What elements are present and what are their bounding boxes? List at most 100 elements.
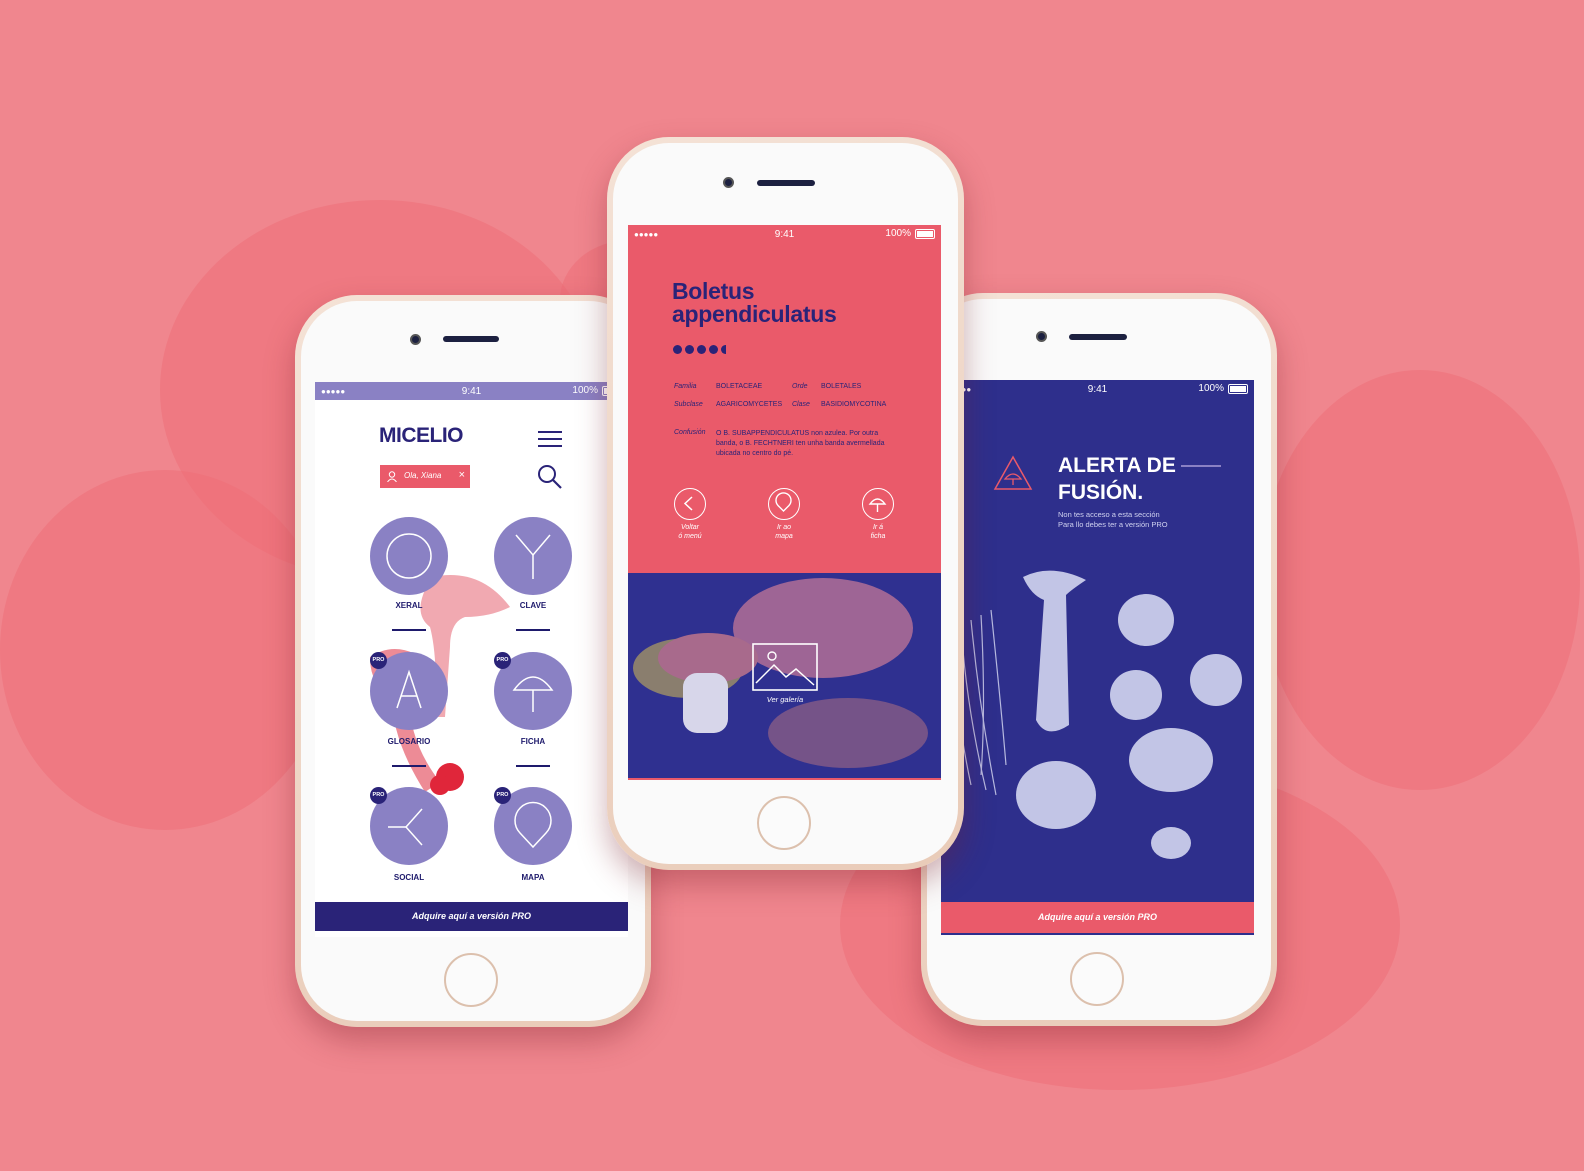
divider bbox=[392, 765, 426, 767]
divider bbox=[392, 629, 426, 631]
user-greeting-chip[interactable]: Ola, Xiana × bbox=[380, 465, 470, 488]
search-button[interactable] bbox=[537, 464, 563, 490]
battery-percent: 100% bbox=[572, 385, 598, 396]
buy-pro-label: Adquire aquí a versión PRO bbox=[1037, 912, 1158, 922]
nav-label-line: Ir ao bbox=[776, 524, 791, 531]
battery-percent: 100% bbox=[885, 228, 911, 239]
category-label: SOCIAL bbox=[393, 873, 425, 882]
pro-badge: PRO bbox=[370, 652, 387, 669]
alert-subtitle-line: Non tes acceso a esta sección bbox=[1058, 510, 1160, 519]
nav-label-line: ó menú bbox=[678, 533, 702, 540]
screen-species: ●●●●● 9:41 100% Boletus appendiculatus F… bbox=[628, 225, 941, 780]
rating-dot bbox=[673, 345, 682, 354]
meta-value: BASIDIOMYCOTINA bbox=[821, 401, 887, 408]
meta-label: Confusión bbox=[674, 429, 706, 436]
alert-title: ALERTA DE FUSIÓN. bbox=[1058, 452, 1176, 506]
background-mushroom-shape bbox=[0, 470, 330, 830]
greeting-text: Ola, Xiana bbox=[404, 471, 442, 480]
background-mushroom-shape bbox=[1260, 370, 1580, 790]
alert-title-line: ALERTA DE bbox=[1058, 454, 1176, 477]
close-icon[interactable]: × bbox=[459, 469, 465, 481]
nav-label-line: Voltar bbox=[680, 524, 700, 531]
status-bar: ●●●●● 9:41 100% bbox=[628, 225, 941, 243]
screen-home: ●●●●● 9:41 100% MICELIO Ola, Xiana × XER… bbox=[315, 382, 628, 937]
home-button[interactable] bbox=[1070, 952, 1124, 1006]
map-pin-icon bbox=[775, 492, 792, 512]
meta-value: AGARICOMYCETES bbox=[716, 401, 783, 408]
gallery-button[interactable]: Ver galería bbox=[750, 643, 820, 704]
menu-button[interactable] bbox=[538, 430, 562, 448]
species-title: Boletus appendiculatus bbox=[672, 280, 837, 326]
rating-dot bbox=[697, 345, 706, 354]
nav-label-line: mapa bbox=[775, 533, 793, 540]
nav-label: Voltar ó menú bbox=[660, 523, 720, 541]
alert-subtitle-line: Para llo debes ter a versión PRO bbox=[1058, 520, 1168, 529]
nav-label-line: ficha bbox=[870, 533, 886, 540]
category-label: CLAVE bbox=[519, 601, 547, 610]
y-branch-icon bbox=[515, 534, 551, 579]
buy-pro-button[interactable]: Adquire aquí a versión PRO bbox=[941, 902, 1254, 933]
status-bar: ●●●●● 9:41 100% bbox=[941, 380, 1254, 398]
nav-label-line: Ir á bbox=[872, 524, 884, 531]
battery-percent: 100% bbox=[1198, 383, 1224, 394]
front-camera bbox=[723, 177, 734, 188]
category-label: XERAL bbox=[395, 601, 423, 610]
front-camera bbox=[1036, 331, 1047, 342]
map-button[interactable] bbox=[768, 488, 800, 520]
phone-left: ●●●●● 9:41 100% MICELIO Ola, Xiana × XER… bbox=[295, 295, 651, 1027]
nav-label: Ir ao mapa bbox=[754, 523, 814, 541]
confusion-line: O B. SUBAPPENDICULATUS non azulea. Por o… bbox=[716, 430, 879, 437]
gallery-label: Ver galería bbox=[766, 695, 804, 704]
mushrooms-photo bbox=[950, 570, 1242, 859]
buy-pro-label: Adquire aquí a versión PRO bbox=[411, 911, 532, 921]
hamburger-icon bbox=[538, 431, 562, 447]
meta-label: Subclase bbox=[674, 401, 703, 408]
phone-right: ●●●●● 9:41 100% ALERTA DE FUSIÓN. Non te… bbox=[921, 293, 1277, 1026]
speaker bbox=[1069, 334, 1127, 340]
alert-title-line: FUSIÓN. bbox=[1058, 481, 1144, 504]
rating-dots bbox=[673, 345, 726, 354]
rating-dot-half bbox=[721, 345, 726, 354]
battery-indicator: 100% bbox=[1198, 383, 1248, 394]
app-title: MICELIO bbox=[379, 424, 464, 447]
phone-center: ●●●●● 9:41 100% Boletus appendiculatus F… bbox=[607, 137, 964, 870]
back-icon bbox=[683, 496, 693, 511]
search-icon bbox=[538, 465, 562, 489]
category-label: GLOSARIO bbox=[387, 737, 431, 746]
screen-alert: ●●●●● 9:41 100% ALERTA DE FUSIÓN. Non te… bbox=[941, 380, 1254, 935]
rating-dot bbox=[685, 345, 694, 354]
confusion-text: O B. SUBAPPENDICULATUS non azulea. Por o… bbox=[716, 429, 885, 459]
battery-icon bbox=[1228, 383, 1248, 394]
divider bbox=[516, 629, 550, 631]
home-button[interactable] bbox=[757, 796, 811, 850]
pro-badge: PRO bbox=[494, 787, 511, 804]
pro-badge: PRO bbox=[370, 787, 387, 804]
species-title-line: Boletus bbox=[672, 278, 755, 304]
meta-label: Clase bbox=[792, 401, 810, 408]
ficha-button[interactable] bbox=[862, 488, 894, 520]
category-label: MAPA bbox=[521, 873, 545, 882]
battery-indicator: 100% bbox=[885, 228, 935, 239]
front-camera bbox=[410, 334, 421, 345]
confusion-line: ubicada no centro do pé. bbox=[716, 450, 794, 457]
battery-icon bbox=[915, 228, 935, 239]
buy-pro-button[interactable]: Adquire aquí a versión PRO bbox=[315, 902, 628, 931]
back-button[interactable] bbox=[674, 488, 706, 520]
circle-icon bbox=[386, 533, 432, 579]
category-xeral[interactable] bbox=[370, 517, 448, 595]
nav-label: Ir á ficha bbox=[848, 523, 908, 541]
category-label: FICHA bbox=[520, 737, 546, 746]
mushroom-icon bbox=[868, 498, 887, 512]
alert-subtitle: Non tes acceso a esta sección Para llo d… bbox=[1058, 510, 1168, 530]
confusion-line: banda, o B. FECHTNERI ten unha banda ave… bbox=[716, 440, 885, 447]
status-bar: ●●●●● 9:41 100% bbox=[315, 382, 628, 400]
title-accent-line bbox=[1181, 465, 1221, 467]
image-icon bbox=[752, 643, 818, 691]
species-title-line: appendiculatus bbox=[672, 301, 837, 327]
category-clave[interactable] bbox=[494, 517, 572, 595]
species-photo: Ver galería bbox=[628, 573, 941, 778]
speaker bbox=[443, 336, 499, 342]
warning-icon bbox=[993, 455, 1033, 490]
home-button[interactable] bbox=[444, 953, 498, 1007]
divider bbox=[516, 765, 550, 767]
